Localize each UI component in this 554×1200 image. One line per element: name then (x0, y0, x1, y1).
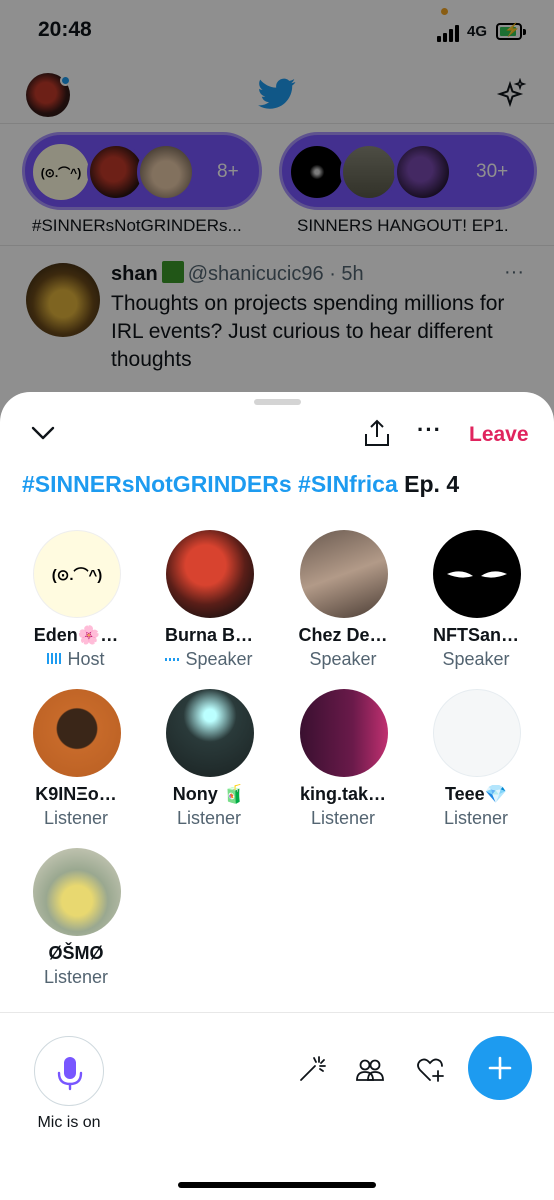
add-button[interactable] (468, 1036, 532, 1100)
participant-avatar (166, 530, 254, 618)
chevron-down-icon[interactable] (30, 424, 56, 442)
audio-bars-icon (165, 658, 182, 661)
participant-listener[interactable]: Nony 🧃 Listener (144, 689, 274, 839)
participant-name: Teee💎 (444, 784, 508, 804)
space-sheet: ··· Leave #SINNERsNotGRINDERs #SINfrica … (0, 392, 554, 1200)
white-eyes-icon (447, 571, 507, 578)
participant-listener[interactable]: Teee💎 Listener (411, 689, 541, 839)
space-title-heading: #SINNERsNotGRINDERs #SINfrica Ep. 4 (22, 471, 459, 498)
participant-host[interactable]: (⊙.⌒^) Eden🌸… Host (11, 530, 141, 680)
participant-role: Speaker (442, 649, 510, 669)
participant-avatar (166, 689, 254, 777)
participant-name: ØŠMØ (48, 943, 104, 963)
participant-avatar (433, 689, 521, 777)
participant-avatar: (⊙.⌒^) (33, 530, 121, 618)
participant-role: Listener (43, 967, 109, 987)
people-icon[interactable] (355, 1054, 385, 1084)
leave-button[interactable]: Leave (469, 423, 529, 447)
face-glyph: (⊙.⌒^) (51, 566, 103, 584)
participant-avatar (33, 848, 121, 936)
mic-button[interactable] (34, 1036, 104, 1106)
audio-bars-icon (47, 653, 64, 664)
participant-avatar (33, 689, 121, 777)
participant-role: Listener (443, 808, 509, 828)
participant-name: Chez De… (298, 625, 388, 645)
share-icon[interactable] (363, 418, 391, 448)
participant-name: K9INΞo… (35, 784, 117, 804)
bottom-divider (0, 1012, 554, 1013)
participant-role: Listener (43, 808, 109, 828)
sheet-grabber[interactable] (254, 399, 301, 405)
participant-role: Speaker (309, 649, 377, 669)
participant-name: Nony 🧃 (172, 784, 246, 804)
participant-name: NFTSan… (432, 625, 519, 645)
participant-role: Speaker (144, 649, 274, 670)
participant-speaker[interactable]: NFTSan… Speaker (411, 530, 541, 680)
participant-name: Burna B… (164, 625, 253, 645)
magic-wand-icon[interactable] (297, 1054, 327, 1084)
participant-speaker[interactable]: Chez De… Speaker (278, 530, 408, 680)
participant-avatar (300, 530, 388, 618)
participant-role: Host (11, 649, 141, 670)
participant-listener[interactable]: king.tak… Listener (278, 689, 408, 839)
more-options-icon[interactable]: ··· (417, 417, 442, 443)
participant-speaker[interactable]: Burna B… Speaker (144, 530, 274, 680)
participant-name: Eden🌸… (33, 625, 119, 645)
heart-plus-icon[interactable] (415, 1054, 445, 1084)
participant-role: Listener (176, 808, 242, 828)
microphone-icon (57, 1057, 83, 1091)
home-indicator[interactable] (178, 1182, 376, 1188)
mic-status-label: Mic is on (37, 1114, 101, 1131)
participant-listener[interactable]: ØŠMØ Listener (11, 848, 141, 998)
participant-avatar (433, 530, 521, 618)
space-title-episode: Ep. 4 (397, 471, 460, 497)
space-title-tags: #SINNERsNotGRINDERs #SINfrica (22, 471, 398, 497)
participant-name: king.tak… (299, 784, 387, 804)
plus-icon (488, 1056, 512, 1080)
participant-listener[interactable]: K9INΞo… Listener (11, 689, 141, 839)
participant-avatar (300, 689, 388, 777)
participant-role: Listener (310, 808, 376, 828)
